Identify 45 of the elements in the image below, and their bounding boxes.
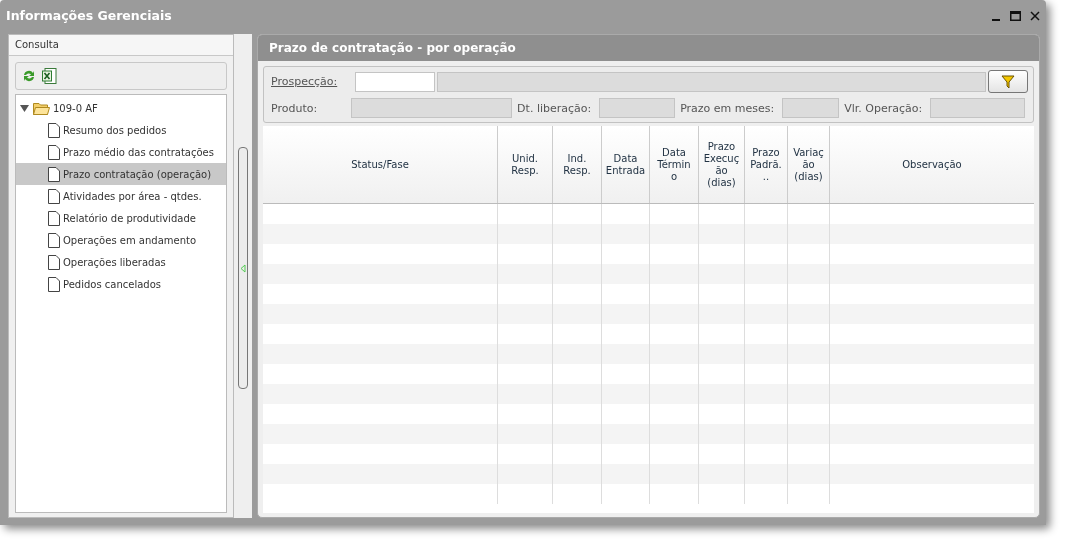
splitter-handle[interactable] [238, 147, 248, 389]
tree-item[interactable]: Prazo médio das contratações [16, 141, 226, 163]
folder-icon [33, 101, 50, 115]
field-label: Prospecção: [271, 75, 339, 88]
column-header[interactable]: Variaç ão (dias) [788, 126, 830, 203]
field-label: Prazo em meses: [680, 101, 775, 115]
window-title: Informações Gerenciais [6, 7, 172, 23]
column-header[interactable]: Unid. Resp. [498, 126, 553, 203]
tree-item[interactable]: 109-0 AF [16, 97, 226, 119]
document-icon [48, 188, 60, 204]
document-icon [48, 166, 60, 182]
sidebar-title: Consulta [9, 35, 233, 56]
column-header[interactable]: Data Entrada [602, 126, 650, 203]
column-header[interactable]: Prazo Execuç ão (dias) [699, 126, 745, 203]
close-icon[interactable] [1030, 11, 1040, 21]
maximize-icon[interactable] [1010, 11, 1021, 21]
document-icon [48, 144, 60, 160]
column-header[interactable]: Prazo Padrã. .. [745, 126, 788, 203]
field-label: Dt. liberação: [517, 101, 592, 115]
column-header[interactable]: Status/Fase [263, 126, 498, 203]
input-field [782, 98, 840, 118]
refresh-icon[interactable] [22, 69, 36, 83]
tree-item[interactable]: Operações em andamento [16, 229, 226, 251]
filter-button[interactable] [988, 70, 1028, 93]
spreadsheet-icon[interactable] [42, 68, 57, 84]
expand-arrow-icon[interactable] [20, 103, 30, 113]
document-icon [48, 254, 60, 270]
input-field[interactable] [355, 71, 435, 92]
field-label: Produto: [271, 101, 319, 115]
tree-item[interactable]: Atividades por área - qtdes. [16, 185, 226, 207]
column-header[interactable]: Observação [830, 126, 1034, 203]
column-header[interactable]: Data Términ o [650, 126, 699, 203]
tree-item[interactable]: Operações liberadas [16, 251, 226, 273]
panel-title: Prazo de contratação - por operação [258, 35, 1039, 61]
tree-item[interactable]: Relatório de produtividade [16, 207, 226, 229]
field-label: Vlr. Operação: [844, 101, 923, 115]
document-icon [48, 232, 60, 248]
document-icon [48, 276, 60, 292]
tree-item[interactable]: Prazo contratação (operação) [16, 163, 226, 185]
document-icon [48, 210, 60, 226]
tree-item[interactable]: Resumo dos pedidos [16, 119, 226, 141]
filter-icon [1001, 74, 1015, 89]
document-icon [48, 122, 60, 138]
column-header[interactable]: Ind. Resp. [553, 126, 602, 203]
tree-item[interactable]: Pedidos cancelados [16, 273, 226, 295]
